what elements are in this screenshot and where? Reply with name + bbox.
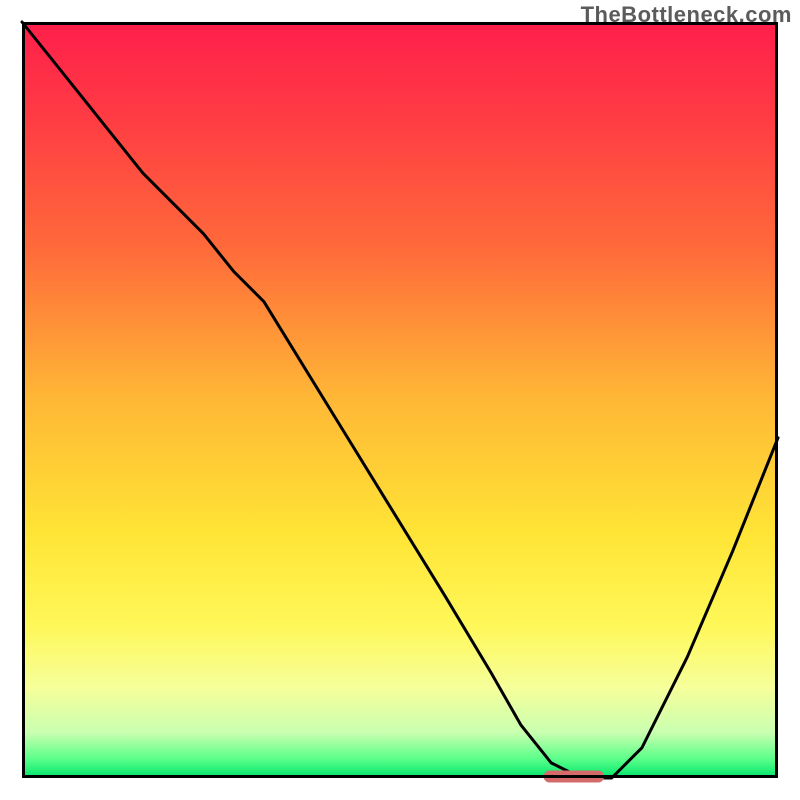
chart-canvas: TheBottleneck.com [0,0,800,800]
plot-area [22,22,778,778]
watermark-text: TheBottleneck.com [581,2,792,28]
optimal-marker [544,770,604,782]
curve-layer [22,22,778,778]
bottleneck-curve [22,22,778,778]
